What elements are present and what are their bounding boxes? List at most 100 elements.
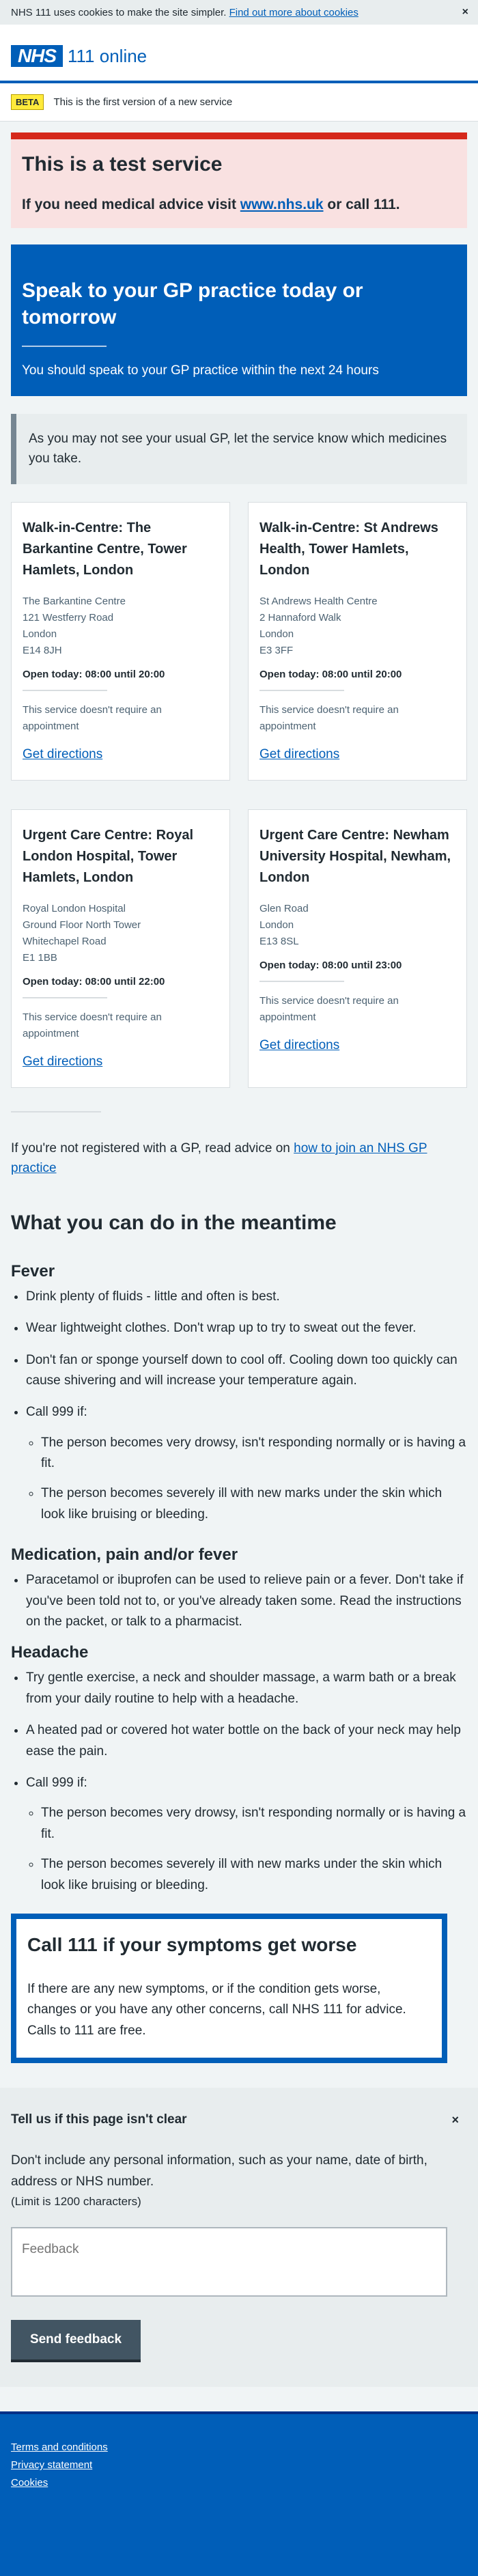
medication-list: Paracetamol or ibuprofen can be used to … xyxy=(11,1570,467,1632)
service-address: Glen Road London E13 8SL xyxy=(259,901,455,950)
service-card: Walk-in-Centre: St Andrews Health, Tower… xyxy=(248,501,467,781)
headache-advice-list: Try gentle exercise, a neck and shoulder… xyxy=(11,1668,467,1896)
main-content: This is a test service If you need medic… xyxy=(0,132,478,2064)
service-address: Royal London Hospital Ground Floor North… xyxy=(23,901,219,966)
call-999-label: Call 999 if: xyxy=(26,1776,87,1790)
card-divider xyxy=(23,996,107,998)
address-line: Glen Road xyxy=(259,902,309,914)
feedback-input[interactable] xyxy=(11,2227,447,2297)
address-line: 121 Westferry Road xyxy=(23,611,114,624)
get-directions-link[interactable]: Get directions xyxy=(23,1054,102,1069)
address-line: E3 3FF xyxy=(259,644,294,656)
medicines-inset-text: As you may not see your usual GP, let th… xyxy=(11,414,467,484)
address-line: E1 1BB xyxy=(23,951,57,964)
opening-times: Open today: 08:00 until 23:00 xyxy=(259,959,402,971)
list-item: Try gentle exercise, a neck and shoulder… xyxy=(26,1668,467,1709)
care-card-divider xyxy=(22,346,107,347)
service-name: 111 online xyxy=(68,45,147,66)
care-card-text: You should speak to your GP practice wit… xyxy=(22,363,379,378)
fever-advice-list: Drink plenty of fluids - little and ofte… xyxy=(11,1287,467,1526)
feedback-panel: Tell us if this page isn't clear × Don't… xyxy=(0,2088,478,2388)
feedback-instructions: Don't include any personal information, … xyxy=(11,2153,427,2189)
service-address: St Andrews Health Centre 2 Hannaford Wal… xyxy=(259,593,455,659)
service-name: Urgent Care Centre: Newham University Ho… xyxy=(259,827,451,885)
address-line: London xyxy=(23,628,57,640)
gp-advice-text: If you're not registered with a GP, read… xyxy=(11,1140,294,1156)
opening-times: Open today: 08:00 until 20:00 xyxy=(259,668,402,680)
list-item: A heated pad or covered hot water bottle… xyxy=(26,1720,467,1762)
address-line: The Barkantine Centre xyxy=(23,595,126,607)
cookie-message: NHS 111 uses cookies to make the site si… xyxy=(11,7,358,18)
address-line: E14 8JH xyxy=(23,644,62,656)
list-item: Don't fan or sponge yourself down to coo… xyxy=(26,1350,467,1392)
card-divider xyxy=(259,689,344,691)
test-service-title: This is a test service xyxy=(22,153,223,176)
address-line: E13 8SL xyxy=(259,935,299,947)
service-card: Urgent Care Centre: Newham University Ho… xyxy=(248,809,467,1088)
address-line: Whitechapel Road xyxy=(23,935,107,947)
opening-times: Open today: 08:00 until 22:00 xyxy=(23,975,165,988)
appointment-note: This service doesn't require an appointm… xyxy=(23,703,162,732)
service-name: Urgent Care Centre: Royal London Hospita… xyxy=(23,827,194,885)
call-111-box: Call 111 if your symptoms get worse If t… xyxy=(11,1913,447,2064)
service-card: Walk-in-Centre: The Barkantine Centre, T… xyxy=(11,501,230,781)
care-card-title: Speak to your GP practice today or tomor… xyxy=(22,279,363,328)
beta-tag: BETA xyxy=(11,94,44,110)
list-item: Call 999 if: The person becomes very dro… xyxy=(26,1773,467,1896)
list-item: Paracetamol or ibuprofen can be used to … xyxy=(26,1570,467,1632)
feedback-title: Tell us if this page isn't clear xyxy=(11,2112,187,2127)
beta-text: This is the first version of a new servi… xyxy=(53,96,233,108)
card-divider xyxy=(259,980,344,982)
get-directions-link[interactable]: Get directions xyxy=(259,747,339,761)
site-footer: Terms and conditions Privacy statement C… xyxy=(0,2411,478,2576)
service-address: The Barkantine Centre 121 Westferry Road… xyxy=(23,593,219,659)
address-line: 2 Hannaford Walk xyxy=(259,611,341,624)
get-directions-link[interactable]: Get directions xyxy=(259,1038,339,1052)
terms-link[interactable]: Terms and conditions xyxy=(11,2441,467,2453)
close-icon[interactable]: × xyxy=(451,2113,459,2127)
cookie-close-icon[interactable]: × xyxy=(462,6,468,18)
test-service-text: If you need medical advice visit www.nhs… xyxy=(22,197,456,213)
test-service-text-before: If you need medical advice visit xyxy=(22,197,240,212)
list-item: The person becomes severely ill with new… xyxy=(41,1854,467,1896)
service-cards: Walk-in-Centre: The Barkantine Centre, T… xyxy=(11,501,467,1088)
privacy-link[interactable]: Privacy statement xyxy=(11,2459,467,2471)
appointment-note: This service doesn't require an appointm… xyxy=(23,1011,162,1039)
call-999-label: Call 999 if: xyxy=(26,1405,87,1420)
send-feedback-button[interactable]: Send feedback xyxy=(11,2320,141,2360)
cookies-link[interactable]: Cookies xyxy=(11,2477,467,2489)
opening-times: Open today: 08:00 until 20:00 xyxy=(23,668,165,680)
emergency-signs-list: The person becomes very drowsy, isn't re… xyxy=(26,1433,467,1526)
medication-heading: Medication, pain and/or fever xyxy=(11,1545,238,1565)
section-divider xyxy=(11,1110,101,1112)
care-card: Speak to your GP practice today or tomor… xyxy=(11,244,467,396)
meantime-heading: What you can do in the meantime xyxy=(11,1211,337,1234)
nhs-logo: NHS xyxy=(11,45,63,67)
get-directions-link[interactable]: Get directions xyxy=(23,747,102,761)
feedback-header: Tell us if this page isn't clear × xyxy=(11,2112,467,2127)
home-link[interactable]: NHS 111 online xyxy=(11,45,147,67)
list-item: Wear lightweight clothes. Don't wrap up … xyxy=(26,1318,467,1339)
list-item: The person becomes severely ill with new… xyxy=(41,1483,467,1525)
call-111-text: If there are any new symptoms, or if the… xyxy=(27,1981,406,2038)
cookie-info-link[interactable]: Find out more about cookies xyxy=(229,7,358,18)
address-line: London xyxy=(259,628,294,640)
list-item: The person becomes very drowsy, isn't re… xyxy=(41,1433,467,1474)
test-service-warning: This is a test service If you need medic… xyxy=(11,132,467,228)
test-service-text-after: or call 111. xyxy=(323,197,400,212)
feedback-limit: (Limit is 1200 characters) xyxy=(11,2194,141,2208)
nhs-website-link[interactable]: www.nhs.uk xyxy=(240,197,324,212)
site-header: NHS 111 online xyxy=(0,25,478,83)
list-item: The person becomes very drowsy, isn't re… xyxy=(41,1803,467,1845)
address-line: London xyxy=(259,919,294,931)
service-name: Walk-in-Centre: St Andrews Health, Tower… xyxy=(259,520,438,578)
cookie-banner: NHS 111 uses cookies to make the site si… xyxy=(0,0,478,25)
gp-registration-advice: If you're not registered with a GP, read… xyxy=(11,1138,467,1179)
fever-heading: Fever xyxy=(11,1261,55,1280)
card-divider xyxy=(23,689,107,691)
address-line: St Andrews Health Centre xyxy=(259,595,378,607)
list-item: Call 999 if: The person becomes very dro… xyxy=(26,1402,467,1525)
service-name: Walk-in-Centre: The Barkantine Centre, T… xyxy=(23,520,187,578)
list-item: Drink plenty of fluids - little and ofte… xyxy=(26,1287,467,1307)
service-card: Urgent Care Centre: Royal London Hospita… xyxy=(11,809,230,1088)
